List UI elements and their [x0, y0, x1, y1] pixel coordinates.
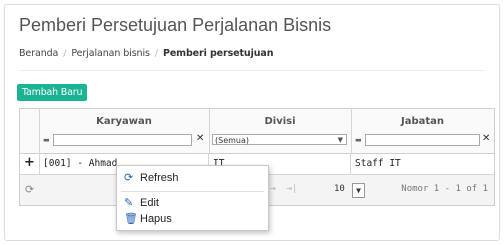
breadcrumb-home[interactable]: Beranda	[19, 48, 58, 59]
rows-per-page-select[interactable]: 10 ▼	[334, 183, 365, 198]
menu-item-label: Edit	[140, 197, 159, 209]
column-header-divisi[interactable]: Divisi (Semua) ▼	[209, 109, 352, 153]
divisi-filter-select[interactable]: (Semua) ▼	[212, 134, 347, 145]
column-header-karyawan[interactable]: Karyawan ▬ ✕	[39, 109, 210, 153]
page-title: Pemberi Persetujuan Perjalanan Bisnis	[19, 15, 332, 35]
refresh-icon[interactable]: ⟳	[25, 183, 34, 196]
add-new-button[interactable]: Tambah Baru	[17, 84, 88, 101]
grid-header: Karyawan ▬ ✕ Divisi (Semua) ▼ Jabatan ▬ …	[20, 109, 494, 154]
rows-per-page-value: 10	[334, 184, 345, 194]
menu-item-label: Hapus	[140, 213, 172, 225]
clear-filter-icon[interactable]: ✕	[196, 133, 204, 145]
clear-filter-icon[interactable]: ✕	[482, 133, 490, 145]
menu-item-hapus[interactable]: 🗑 Hapus	[117, 211, 268, 227]
column-title: Karyawan	[96, 116, 152, 127]
menu-item-label: Refresh	[140, 172, 179, 184]
karyawan-filter-input[interactable]	[53, 134, 192, 146]
chevron-down-icon: ▼	[352, 183, 365, 198]
expand-row-icon[interactable]: +	[20, 153, 40, 174]
cell-jabatan: Staff IT	[355, 158, 401, 169]
last-page-icon[interactable]: ⇥|	[281, 184, 298, 194]
breadcrumb-parent[interactable]: Perjalanan bisnis	[71, 48, 150, 59]
breadcrumb-separator: /	[63, 48, 67, 59]
breadcrumb-current: Pemberi persetujuan	[162, 48, 274, 59]
breadcrumb-separator: /	[154, 48, 158, 59]
menu-divider	[121, 191, 264, 192]
context-menu: ⟳ Refresh ✎ Edit 🗑 Hapus	[116, 165, 269, 231]
chevron-down-icon: ▼	[337, 136, 343, 144]
breadcrumb: Beranda / Perjalanan bisnis / Pemberi perset…	[19, 48, 273, 59]
column-header-jabatan[interactable]: Jabatan ▬ ✕	[351, 109, 494, 153]
filter-icon: ▬	[43, 136, 50, 144]
menu-item-refresh[interactable]: ⟳ Refresh	[117, 170, 268, 186]
column-title: Jabatan	[400, 116, 445, 127]
select-value: (Semua)	[215, 136, 250, 145]
column-title: Divisi	[264, 116, 296, 127]
menu-item-edit[interactable]: ✎ Edit	[117, 195, 268, 211]
record-info: Nomor 1 - 1 of 1	[401, 184, 488, 194]
divider	[19, 70, 485, 71]
refresh-icon: ⟳	[124, 172, 134, 184]
jabatan-filter-input[interactable]	[365, 134, 480, 146]
filter-icon: ▬	[355, 136, 362, 144]
expander-header	[20, 109, 40, 153]
trash-icon: 🗑	[124, 213, 138, 225]
edit-icon: ✎	[124, 197, 134, 209]
